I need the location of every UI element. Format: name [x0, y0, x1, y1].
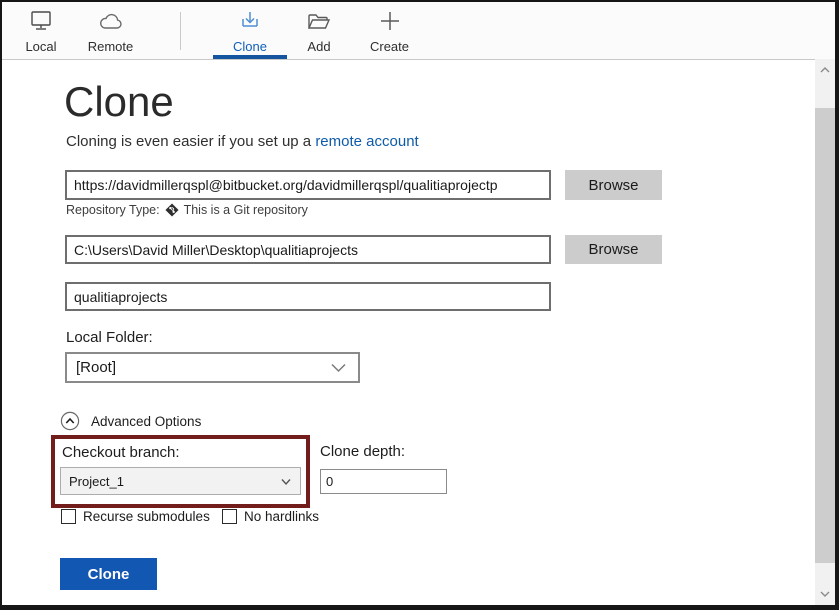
clone-button[interactable]: Clone	[60, 558, 157, 590]
checkout-branch-label: Checkout branch:	[62, 444, 180, 461]
toolbar-divider	[180, 12, 181, 50]
scrollbar-thumb[interactable]	[815, 108, 835, 563]
folder-open-icon	[307, 8, 331, 32]
repository-type-label: Repository Type:	[66, 203, 160, 217]
checkout-branch-select[interactable]: Project_1	[60, 467, 301, 495]
chevron-down-icon	[281, 474, 291, 489]
scroll-up-arrow-icon[interactable]	[815, 61, 835, 79]
checkout-branch-value: Project_1	[69, 474, 124, 489]
page-title: Clone	[64, 78, 174, 126]
recurse-submodules-label: Recurse submodules	[83, 509, 210, 524]
subtitle-text: Cloning is even easier if you set up a	[66, 133, 315, 150]
tab-local-label: Local	[25, 39, 56, 58]
tab-local[interactable]: Local	[11, 8, 71, 58]
checkout-branch-highlight: Checkout branch: Project_1	[51, 435, 310, 508]
tab-create-label: Create	[370, 39, 409, 58]
local-folder-label: Local Folder:	[66, 329, 153, 346]
toolbar: Local Remote Clone	[2, 2, 835, 60]
repository-type-row: Repository Type: This is a Git repositor…	[66, 203, 308, 217]
advanced-options-toggle[interactable]: Advanced Options	[60, 411, 201, 431]
git-repo-icon	[165, 203, 179, 217]
tab-clone[interactable]: Clone	[213, 8, 287, 58]
no-hardlinks-checkbox-row[interactable]: No hardlinks	[222, 509, 319, 524]
advanced-options-label: Advanced Options	[91, 414, 201, 429]
source-browse-button[interactable]: Browse	[565, 170, 662, 200]
clone-depth-label: Clone depth:	[320, 443, 405, 460]
subtitle: Cloning is even easier if you set up a r…	[66, 133, 419, 150]
active-tab-underline	[213, 55, 287, 59]
no-hardlinks-checkbox[interactable]	[222, 509, 237, 524]
tab-remote[interactable]: Remote	[80, 8, 141, 58]
vertical-scrollbar[interactable]	[815, 59, 835, 605]
source-url-input[interactable]	[65, 170, 551, 200]
tab-add[interactable]: Add	[291, 8, 347, 58]
monitor-icon	[29, 8, 53, 32]
tab-add-label: Add	[307, 39, 330, 58]
repository-type-status: This is a Git repository	[184, 203, 308, 217]
recurse-submodules-checkbox-row[interactable]: Recurse submodules	[61, 509, 210, 524]
collapse-circle-icon	[60, 411, 80, 431]
plus-icon	[379, 8, 401, 32]
tab-create[interactable]: Create	[359, 8, 420, 58]
download-icon	[239, 8, 261, 32]
local-folder-value: [Root]	[76, 359, 116, 376]
tab-remote-label: Remote	[88, 39, 134, 58]
scroll-down-arrow-icon[interactable]	[815, 585, 835, 603]
cloud-icon	[98, 8, 124, 32]
bookmark-name-input[interactable]	[65, 282, 551, 311]
destination-path-input[interactable]	[65, 235, 551, 264]
destination-browse-button[interactable]: Browse	[565, 235, 662, 264]
clone-depth-input[interactable]	[320, 469, 447, 494]
recurse-submodules-checkbox[interactable]	[61, 509, 76, 524]
remote-account-link[interactable]: remote account	[315, 133, 418, 150]
no-hardlinks-label: No hardlinks	[244, 509, 319, 524]
local-folder-select[interactable]: [Root]	[65, 352, 360, 383]
chevron-down-icon	[331, 359, 346, 376]
clone-window: Local Remote Clone	[0, 0, 839, 610]
